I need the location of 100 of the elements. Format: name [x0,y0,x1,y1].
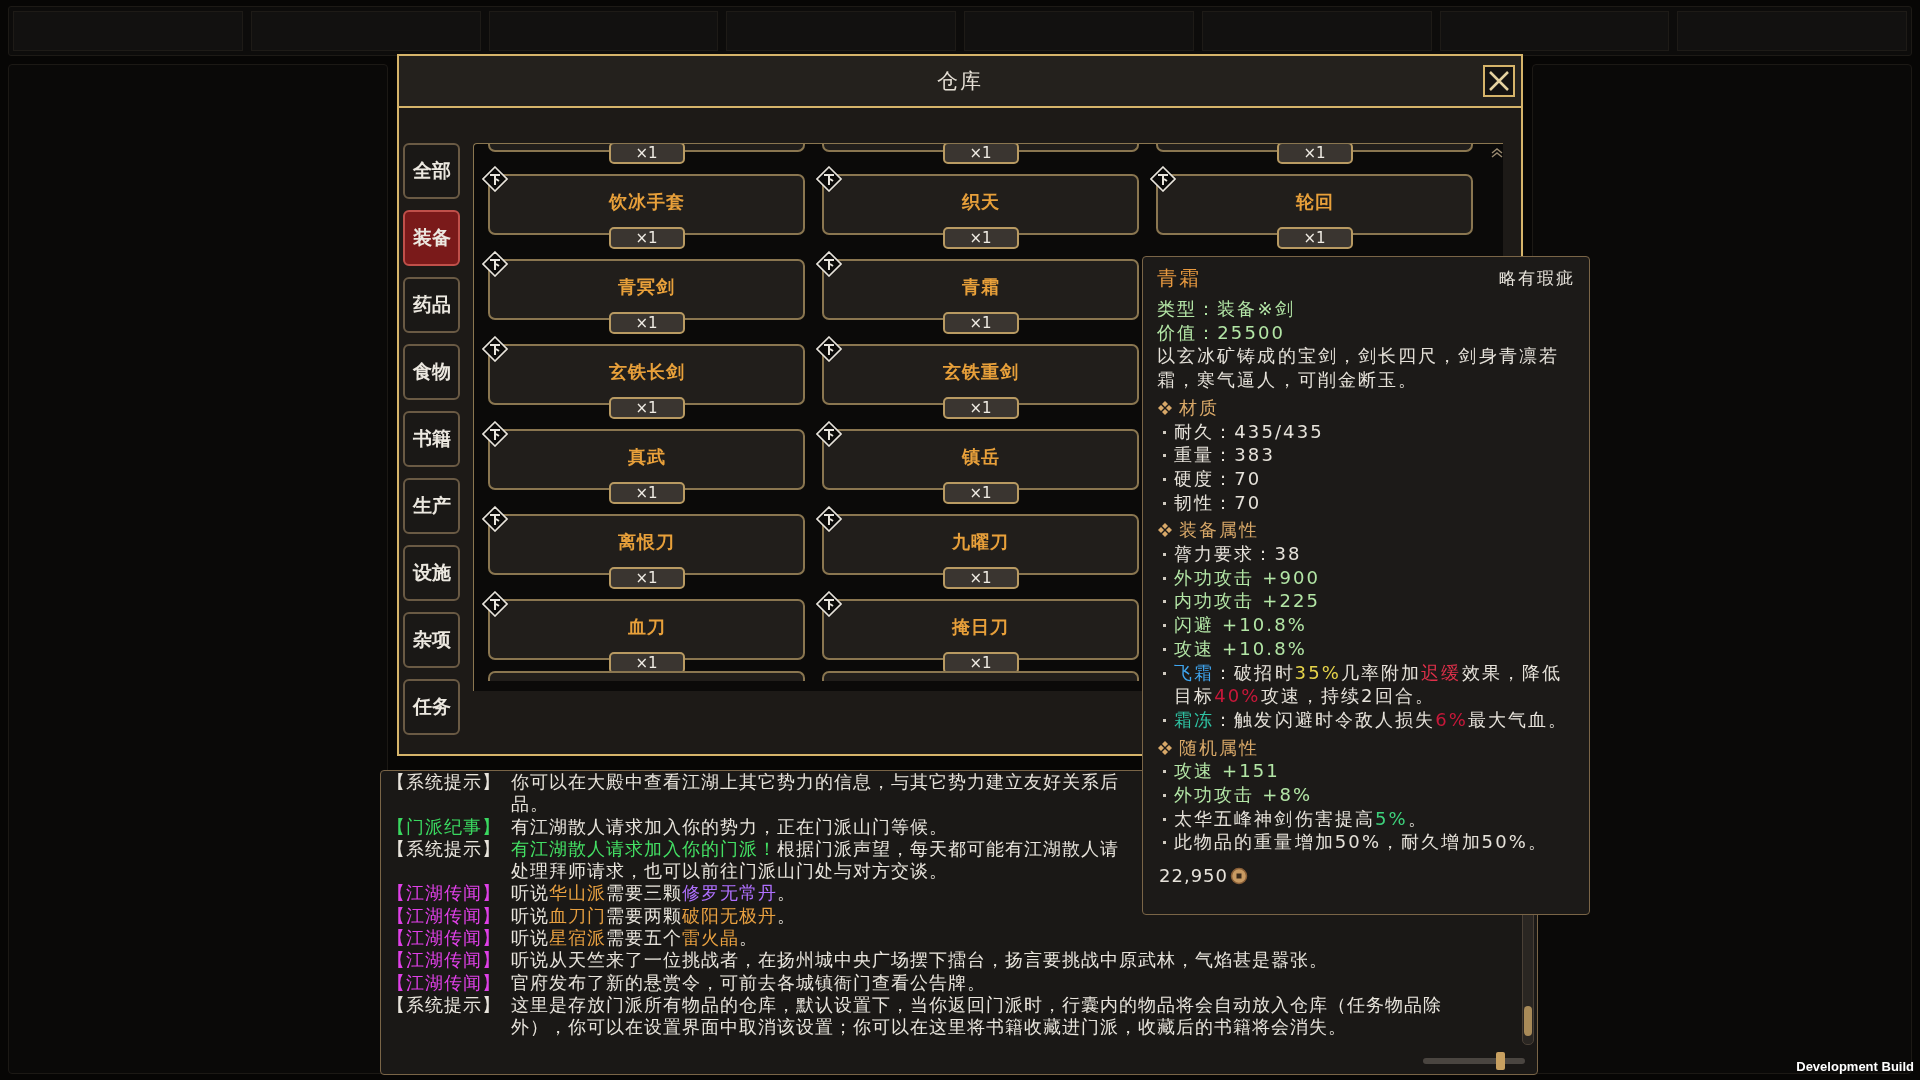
log-tag: 【江湖传闻】 [387,927,511,950]
count-badge: ×1 [942,397,1019,419]
item-quality: 略有瑕疵 [1499,267,1575,291]
count-badge: ×1 [942,312,1019,334]
category-tab[interactable]: 全部 [403,143,460,199]
log-tag: 【江湖传闻】 [387,971,511,994]
log-tag: 【江湖传闻】 [387,904,511,928]
item-name: 血刀 [627,615,666,639]
window-title: 仓库 [937,68,983,95]
item-info: 价值：25500 [1157,320,1287,345]
item-name: 青冥剑 [618,275,675,299]
build-label: Development Build [1796,1059,1914,1074]
count-badge: ×1 [608,652,685,674]
count-badge: ×1 [942,227,1019,249]
diamond-icon [482,591,508,617]
attribute-line: 耐久：435/435 [1157,419,1575,444]
attribute-line: 太华五峰神剑伤害提高 5%。 [1157,806,1575,831]
item-name: 九曜刀 [952,530,1009,554]
attribute-line: 霜冻：触发闪避时令敌人损失 6%最大气血。 [1157,707,1575,732]
category-tab[interactable]: 食物 [403,344,460,400]
attribute-line: 韧性：70 [1157,490,1575,515]
log-tag: 【江湖传闻】 [387,882,511,905]
diamond-cluster-icon [1157,739,1173,756]
log-text: 听说星宿派需要五个雷火晶。 [511,927,758,950]
diamond-icon [816,251,842,277]
log-text: 有江湖散人请求加入你的势力，正在门派山门等候。 [511,815,948,838]
item-name: 轮回 [1295,190,1334,214]
attribute-line: 外功攻击 +8% [1157,783,1575,807]
item-name: 真武 [627,445,666,469]
slider-track[interactable] [1423,1052,1525,1070]
attribute-line: 外功攻击 +900 [1157,565,1575,590]
close-button[interactable] [1483,65,1515,97]
log-tag: 【系统提示】 [387,771,511,816]
count-badge: ×1 [608,227,685,249]
diamond-cluster-icon [1157,522,1173,539]
diamond-icon [816,166,842,192]
diamond-icon [482,166,508,192]
item-name: 玄铁重剑 [942,360,1019,384]
category-tab[interactable]: 杂项 [403,612,460,668]
item-name: 玄铁长剑 [608,360,685,384]
attribute-line: 膂力要求：38 [1157,542,1575,566]
log-text: 官府发布了新的悬赏令，可前去各城镇衙门查看公告牌。 [511,971,986,994]
category-tab[interactable]: 装备 [403,210,460,266]
item-slot[interactable] [822,671,1139,681]
count-badge: ×1 [942,652,1019,674]
attribute-line: 飞霜：破招时35%几率附加 迟缓效果，降低目标40%攻速，持续2回合。 [1157,660,1575,708]
diamond-icon [816,421,842,447]
log-tag: 【江湖传闻】 [387,949,511,972]
attribute-line: 重量：383 [1157,443,1575,467]
section-title: 随机属性 [1179,735,1260,760]
item-info: 类型：装备※剑 [1157,297,1296,321]
log-tag: 【系统提示】 [387,993,511,1039]
log-text: 你可以在大殿中查看江湖上其它势力的信息，与其它势力建立友好关系后 [511,771,1119,794]
count-badge: ×1 [608,482,685,504]
count-badge: ×1 [608,397,685,419]
coin-icon [1230,867,1248,885]
attribute-line: 此物品的重量增加50%，耐久增加50%。 [1157,830,1575,855]
item-name: 织天 [961,190,1000,214]
item-name: 青霜 [961,275,1000,299]
count-badge: ×1 [608,567,685,589]
count-badge: ×1 [942,567,1019,589]
diamond-icon [816,591,842,617]
scroll-up-icon [1490,148,1503,158]
attribute-line: 内功攻击 +225 [1157,589,1575,614]
attribute-line: 攻速 +151 [1157,759,1575,784]
log-text: 听说华山派需要三颗修罗无常丹。 [511,882,796,905]
slider-thumb[interactable] [1495,1052,1505,1070]
log-text: 品。 [511,793,549,816]
section-title: 材质 [1179,395,1220,420]
count-badge: ×1 [942,482,1019,504]
count-badge: ×1 [942,144,1019,164]
item-name: 镇岳 [961,445,1000,469]
category-tab[interactable]: 设施 [403,545,460,601]
diamond-icon [482,421,508,447]
scrollbar-thumb[interactable] [1524,1006,1532,1036]
item-name: 离恨刀 [618,530,675,554]
count-badge: ×1 [608,312,685,334]
item-description: 以玄冰矿铸成的宝剑，剑长四尺，剑身青凛若霜，寒气逼人，可削金断玉。 [1157,344,1560,392]
category-tab[interactable]: 书籍 [403,411,460,467]
item-title: 青霜 [1157,267,1201,291]
category-tab[interactable]: 生产 [403,478,460,534]
item-slot[interactable] [488,671,805,681]
log-text: 处理拜师请求，也可以前往门派山门处与对方交谈。 [511,860,948,883]
log-text: 外），你可以在设置界面中取消该设置；你可以在这里将书籍收藏进门派，收藏后的书籍将会消失。 [511,1016,1347,1039]
count-badge: ×1 [1276,227,1353,249]
log-text: 有江湖散人请求加入你的门派！根据门派声望，每天都可能有江湖散人请 [511,837,1119,861]
category-tab[interactable]: 药品 [403,277,460,333]
log-text: 听说从天竺来了一位挑战者，在扬州城中央广场摆下擂台，扬言要挑战中原武林，气焰甚是嚣张。 [511,949,1328,972]
log-text: 这里是存放门派所有物品的仓库，默认设置下，当你返回门派时，行囊内的物品将会自动放入仓库（任务物品除 [511,993,1442,1017]
item-name: 饮冰手套 [608,190,685,214]
diamond-icon [816,506,842,532]
diamond-icon [482,506,508,532]
attribute-line: 闪避 +10.8% [1157,613,1575,637]
section-title: 装备属性 [1179,518,1260,543]
log-tag: 【门派纪事】 [387,815,511,838]
log-text: 听说血刀门 需要两颗破阳无极丹。 [511,904,796,928]
diamond-icon [1150,166,1176,192]
attribute-line: 硬度：70 [1157,466,1575,491]
category-tab[interactable]: 任务 [403,679,460,735]
item-name: 掩日刀 [952,615,1009,639]
